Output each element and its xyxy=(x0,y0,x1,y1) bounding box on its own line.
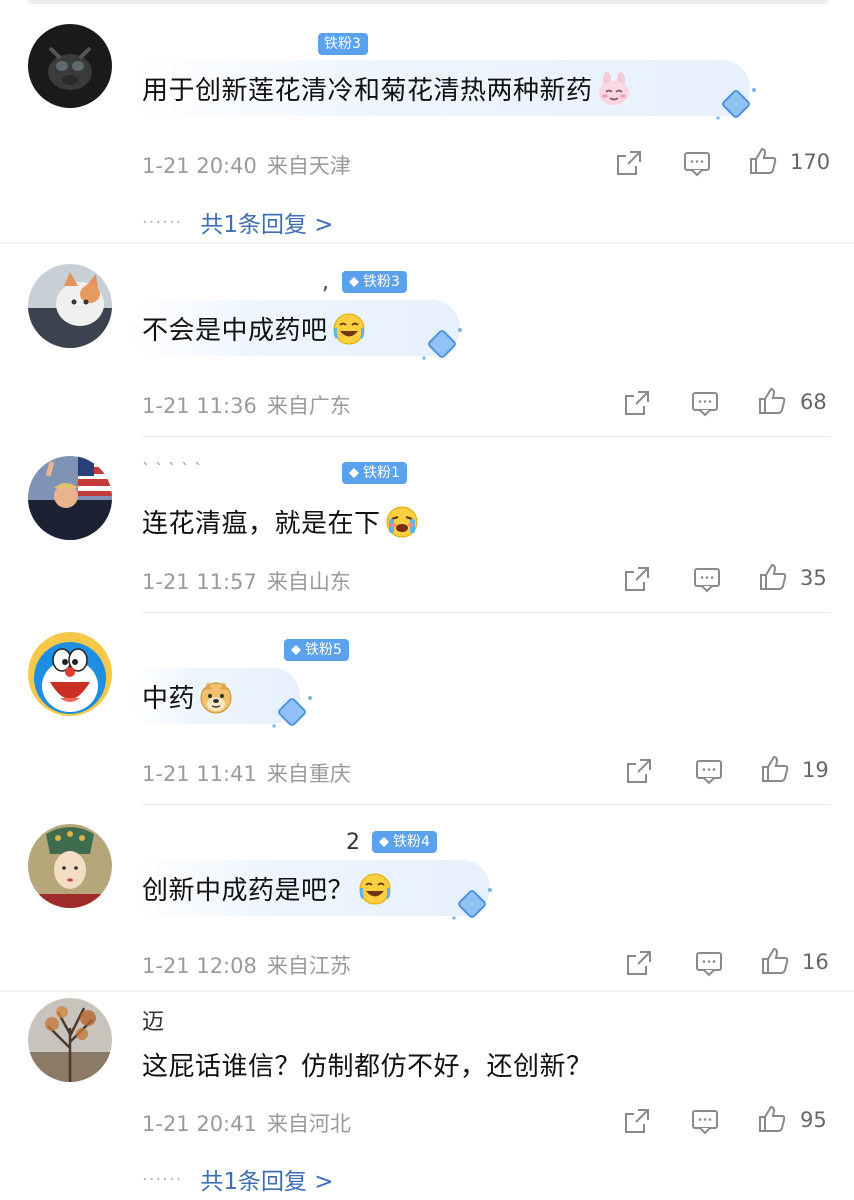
laugh-cry-emoji-icon xyxy=(332,312,366,346)
like-count: 95 xyxy=(800,1108,827,1132)
diamond-icon xyxy=(291,645,301,655)
like-count: 19 xyxy=(802,758,829,782)
dots-divider: ······ xyxy=(142,211,183,233)
section-divider xyxy=(0,242,854,244)
avatar[interactable] xyxy=(28,998,112,1082)
diamond-sparkle-icon xyxy=(272,696,312,728)
comment-icon[interactable] xyxy=(694,948,724,978)
share-icon[interactable] xyxy=(622,1106,652,1136)
comment-meta: 1-21 11:57 来自山东 xyxy=(142,570,351,594)
diamond-sparkle-icon xyxy=(422,328,462,360)
comment-icon[interactable] xyxy=(690,388,720,418)
diamond-sparkle-icon xyxy=(452,888,492,920)
thumbs-up-icon[interactable] xyxy=(758,562,788,592)
diamond-icon xyxy=(379,837,389,847)
crying-blush-emoji-icon xyxy=(385,505,419,539)
comment-text: 用于创新莲花清冷和菊花清热两种新药 xyxy=(142,70,631,107)
comment-icon[interactable] xyxy=(690,1106,720,1136)
comment-divider xyxy=(142,436,830,437)
like-count: 16 xyxy=(802,950,829,974)
comment-meta: 1-21 20:41 来自河北 xyxy=(142,1112,351,1136)
comment-text: 创新中成药是吧？ xyxy=(142,870,392,907)
thumbs-up-icon[interactable] xyxy=(748,146,778,176)
like-count: 170 xyxy=(790,150,831,174)
share-icon[interactable] xyxy=(624,756,654,786)
avatar[interactable] xyxy=(28,264,112,348)
comment-meta: 1-21 11:36 来自广东 xyxy=(142,394,351,418)
dots-divider: ······ xyxy=(142,1168,183,1190)
fan-badge: 铁粉3 xyxy=(342,271,407,293)
top-edge xyxy=(28,0,828,4)
comment-text: 不会是中成药吧 xyxy=(142,310,366,347)
thumbs-up-icon[interactable] xyxy=(760,754,790,784)
comment-meta: 1-21 12:08 来自江苏 xyxy=(142,954,351,978)
share-icon[interactable] xyxy=(624,948,654,978)
thumbs-up-icon[interactable] xyxy=(757,386,787,416)
comment-text: 中药 xyxy=(142,678,233,715)
username-fragment: , xyxy=(322,270,329,295)
avatar[interactable] xyxy=(28,456,112,540)
thumbs-up-icon[interactable] xyxy=(757,1104,787,1134)
comment-text: 这屁话谁信？仿制都仿不好，还创新？ xyxy=(142,1052,593,1082)
share-icon[interactable] xyxy=(614,148,644,178)
share-icon[interactable] xyxy=(622,388,652,418)
comment-meta: 1-21 11:41 来自重庆 xyxy=(142,762,351,786)
laugh-cry-emoji-icon xyxy=(358,872,392,906)
username[interactable]: 迈 xyxy=(142,1004,164,1036)
fan-badge: 铁粉4 xyxy=(372,831,437,853)
fan-badge: 铁粉5 xyxy=(284,639,349,661)
avatar[interactable] xyxy=(28,24,112,108)
replies-link[interactable]: ······ 共1条回复 > xyxy=(142,205,334,239)
comment-text: 连花清瘟，就是在下 xyxy=(142,503,419,540)
username[interactable]: 2 xyxy=(346,830,360,855)
share-icon[interactable] xyxy=(622,564,652,594)
comment-divider xyxy=(142,612,830,613)
username-fragment: ` ` ` ` ` xyxy=(142,460,203,479)
fan-badge: 铁粉1 xyxy=(342,462,407,484)
fan-badge: 铁粉3 xyxy=(318,33,368,55)
replies-link[interactable]: ······ 共1条回复 > xyxy=(142,1162,334,1196)
doge-emoji-icon xyxy=(199,680,233,714)
rabbit-smile-emoji-icon xyxy=(597,71,631,106)
diamond-icon xyxy=(349,468,359,478)
comment-icon[interactable] xyxy=(692,564,722,594)
section-divider xyxy=(0,990,854,992)
comment-icon[interactable] xyxy=(682,148,712,178)
comment-divider xyxy=(142,804,830,805)
avatar[interactable] xyxy=(28,824,112,908)
like-count: 35 xyxy=(800,566,827,590)
thumbs-up-icon[interactable] xyxy=(760,946,790,976)
comment-meta: 1-21 20:40 来自天津 xyxy=(142,154,351,178)
like-count: 68 xyxy=(800,390,827,414)
diamond-icon xyxy=(349,277,359,287)
comment-icon[interactable] xyxy=(694,756,724,786)
avatar[interactable] xyxy=(28,632,112,716)
diamond-sparkle-icon xyxy=(716,88,756,120)
